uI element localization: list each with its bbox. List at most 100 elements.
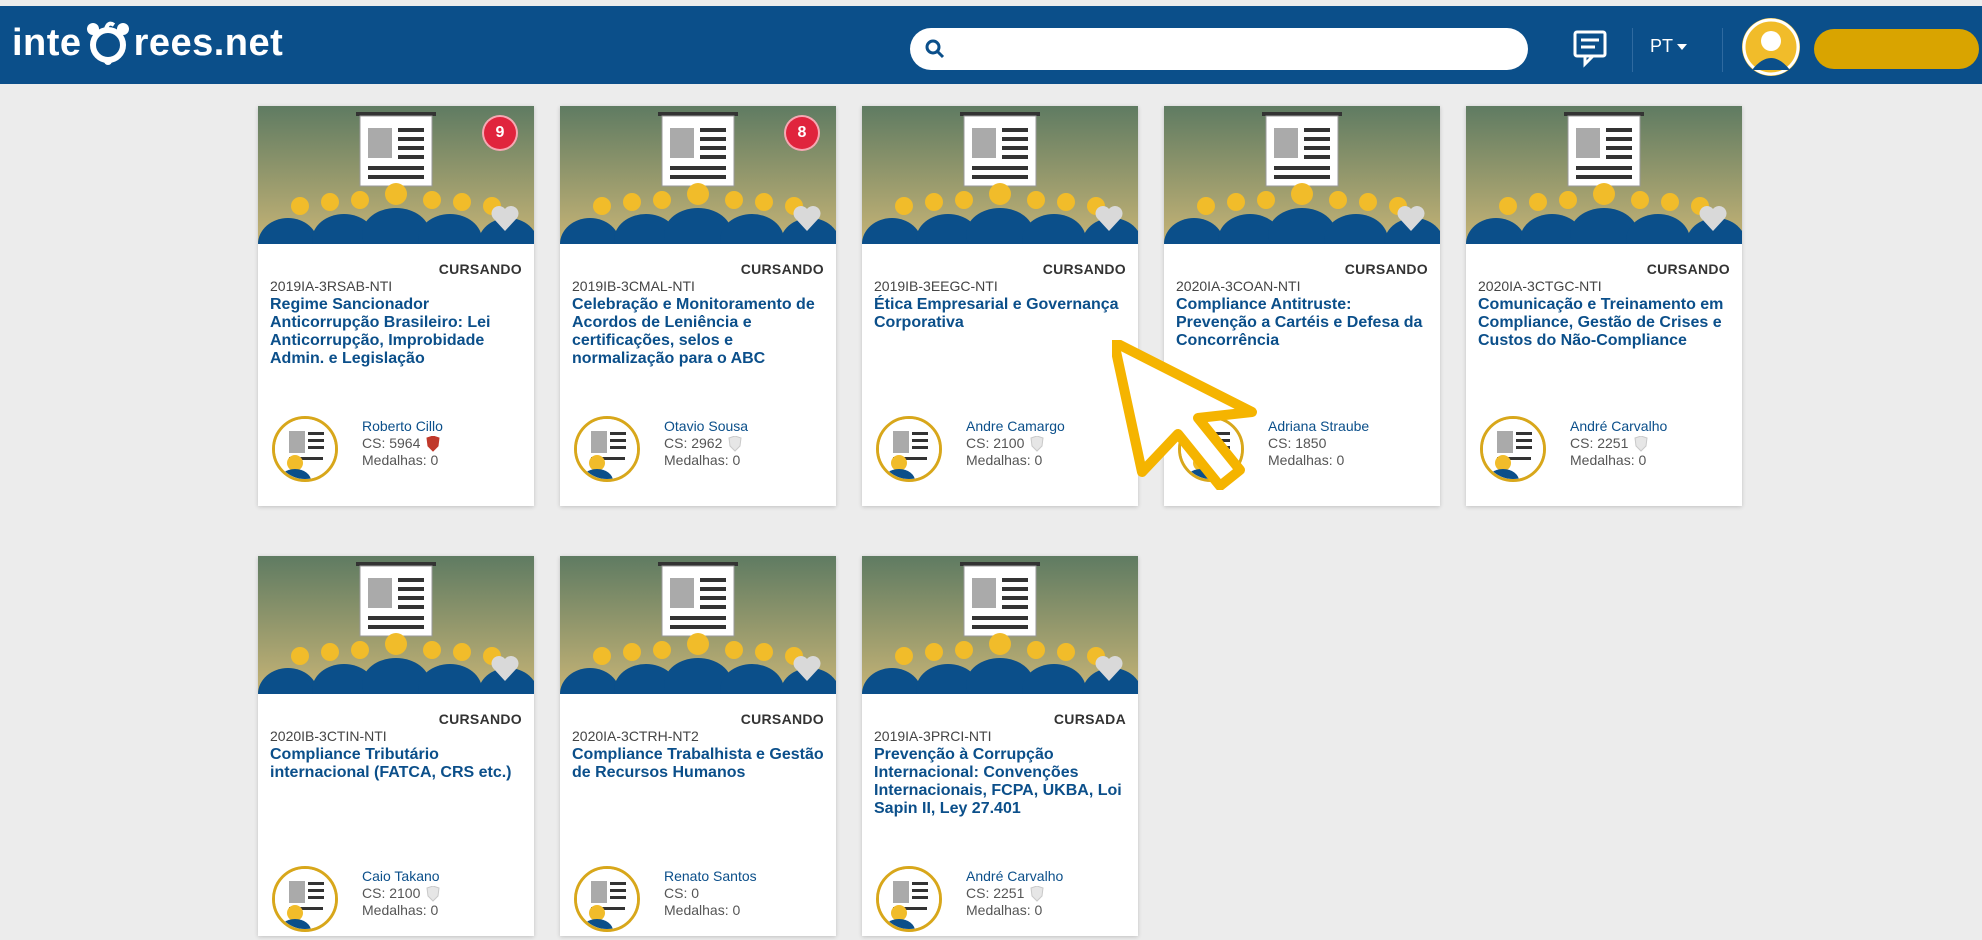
course-status: CURSANDO	[1042, 261, 1126, 277]
teacher-name[interactable]: Caio Takano	[362, 868, 440, 885]
teacher-info: Andre Camargo CS: 2100 Medalhas: 0	[966, 418, 1065, 469]
teacher-avatar[interactable]	[876, 866, 942, 932]
course-status: CURSANDO	[1646, 261, 1730, 277]
teacher-medals: Medalhas: 0	[1268, 452, 1345, 468]
course-title[interactable]: Celebração e Monitoramento de Acordos de…	[572, 296, 828, 368]
course-thumbnail[interactable]: 9	[258, 106, 534, 244]
notification-badge: 8	[786, 117, 818, 149]
teacher-name[interactable]: André Carvalho	[966, 868, 1063, 885]
cursor-pointer-icon	[1112, 340, 1257, 490]
course-card[interactable]: 9 CURSANDO 2019IA-3RSAB-NTI Regime Sanci…	[258, 106, 534, 506]
course-thumbnail[interactable]	[862, 556, 1138, 694]
username-button[interactable]	[1814, 29, 1979, 69]
course-card[interactable]: CURSANDO 2020IB-3CTIN-NTI Compliance Tri…	[258, 556, 534, 936]
teacher-cs-score: CS: 2962	[664, 435, 723, 451]
heart-icon[interactable]	[490, 204, 520, 232]
site-logo[interactable]: inte rees.net	[12, 18, 283, 68]
course-title[interactable]: Regime Sancionador Anticorrupção Brasile…	[270, 296, 526, 368]
shield-icon	[1030, 885, 1044, 902]
course-title[interactable]: Prevenção à Corrupção Internacional: Con…	[874, 746, 1130, 818]
course-thumbnail[interactable]	[560, 556, 836, 694]
course-code: 2019IB-3CMAL-NTI	[572, 278, 695, 294]
search-bar	[910, 28, 1528, 70]
teacher-score-row: CS: 0	[664, 885, 757, 902]
course-code: 2019IA-3RSAB-NTI	[270, 278, 393, 294]
course-title[interactable]: Compliance Trabalhista e Gestão de Recur…	[572, 746, 828, 782]
teacher-score-row: CS: 2251	[966, 885, 1063, 902]
teacher-info: Adriana Straube CS: 1850 Medalhas: 0	[1268, 418, 1369, 469]
teacher-medals: Medalhas: 0	[664, 452, 741, 468]
teacher-name[interactable]: Roberto Cillo	[362, 418, 443, 435]
heart-icon[interactable]	[490, 654, 520, 682]
teacher-cs-score: CS: 2251	[966, 885, 1025, 901]
teacher-info: André Carvalho CS: 2251 Medalhas: 0	[1570, 418, 1667, 469]
shield-icon	[1030, 435, 1044, 452]
user-avatar[interactable]	[1742, 18, 1800, 76]
teacher-score-row: CS: 2962	[664, 435, 748, 452]
course-card[interactable]: 8 CURSANDO 2019IB-3CMAL-NTI Celebração e…	[560, 106, 836, 506]
teacher-name[interactable]: Andre Camargo	[966, 418, 1065, 435]
heart-icon[interactable]	[792, 654, 822, 682]
teacher-name[interactable]: Adriana Straube	[1268, 418, 1369, 435]
teacher-avatar[interactable]	[1480, 416, 1546, 482]
course-code: 2020IA-3CTRH-NT2	[572, 728, 699, 744]
heart-icon[interactable]	[1094, 204, 1124, 232]
teacher-avatar[interactable]	[574, 866, 640, 932]
heart-icon[interactable]	[792, 204, 822, 232]
teacher-cs-score: CS: 2100	[966, 435, 1025, 451]
course-status: CURSANDO	[438, 711, 522, 727]
chat-icon[interactable]	[1568, 26, 1612, 70]
teacher-medals: Medalhas: 0	[966, 902, 1043, 918]
course-card[interactable]: CURSADA 2019IA-3PRCI-NTI Prevenção à Cor…	[862, 556, 1138, 936]
top-navigation-bar: inte rees.net PT	[0, 6, 1982, 84]
course-title[interactable]: Compliance Tributário internacional (FAT…	[270, 746, 526, 782]
course-status: CURSANDO	[740, 261, 824, 277]
teacher-medals: Medalhas: 0	[362, 902, 439, 918]
teacher-avatar[interactable]	[574, 416, 640, 482]
teacher-medals: Medalhas: 0	[664, 902, 741, 918]
course-code: 2020IB-3CTIN-NTI	[270, 728, 387, 744]
course-status: CURSANDO	[740, 711, 824, 727]
teacher-avatar[interactable]	[272, 866, 338, 932]
course-thumbnail[interactable]: 8	[560, 106, 836, 244]
teacher-medals: Medalhas: 0	[362, 452, 439, 468]
teacher-name[interactable]: Renato Santos	[664, 868, 757, 885]
course-thumbnail[interactable]	[258, 556, 534, 694]
language-selector[interactable]: PT	[1650, 36, 1688, 57]
teacher-cs-score: CS: 2100	[362, 885, 421, 901]
logo-text-right: rees.net	[133, 21, 284, 64]
teacher-score-row: CS: 1850	[1268, 435, 1369, 452]
course-card[interactable]: CURSANDO 2020IA-3CTGC-NTI Comunicação e …	[1466, 106, 1742, 506]
heart-icon[interactable]	[1396, 204, 1426, 232]
search-input[interactable]	[954, 34, 1508, 66]
course-title[interactable]: Comunicação e Treinamento em Compliance,…	[1478, 296, 1734, 350]
chevron-down-icon	[1677, 43, 1688, 50]
teacher-info: Renato Santos CS: 0 Medalhas: 0	[664, 868, 757, 919]
course-status: CURSADA	[1053, 711, 1126, 727]
teacher-avatar[interactable]	[876, 416, 942, 482]
shield-icon	[1634, 435, 1648, 452]
course-code: 2020IA-3COAN-NTI	[1176, 278, 1301, 294]
teacher-medals: Medalhas: 0	[1570, 452, 1647, 468]
logo-text-left: inte	[12, 21, 82, 64]
teacher-medals: Medalhas: 0	[966, 452, 1043, 468]
course-code: 2019IB-3EEGC-NTI	[874, 278, 998, 294]
course-thumbnail[interactable]	[862, 106, 1138, 244]
teacher-name[interactable]: Otavio Sousa	[664, 418, 748, 435]
teacher-cs-score: CS: 2251	[1570, 435, 1629, 451]
teacher-name[interactable]: André Carvalho	[1570, 418, 1667, 435]
teacher-cs-score: CS: 1850	[1268, 435, 1327, 451]
teacher-info: Caio Takano CS: 2100 Medalhas: 0	[362, 868, 440, 919]
teacher-cs-score: CS: 5964	[362, 435, 421, 451]
course-card[interactable]: CURSANDO 2020IA-3CTRH-NT2 Compliance Tra…	[560, 556, 836, 936]
teacher-avatar[interactable]	[272, 416, 338, 482]
course-title[interactable]: Ética Empresarial e Governança Corporati…	[874, 296, 1130, 332]
course-code: 2020IA-3CTGC-NTI	[1478, 278, 1602, 294]
course-thumbnail[interactable]	[1466, 106, 1742, 244]
course-thumbnail[interactable]	[1164, 106, 1440, 244]
search-icon	[925, 39, 945, 59]
heart-icon[interactable]	[1698, 204, 1728, 232]
language-label: PT	[1650, 36, 1674, 56]
heart-icon[interactable]	[1094, 654, 1124, 682]
course-card[interactable]: CURSANDO 2019IB-3EEGC-NTI Ética Empresar…	[862, 106, 1138, 506]
